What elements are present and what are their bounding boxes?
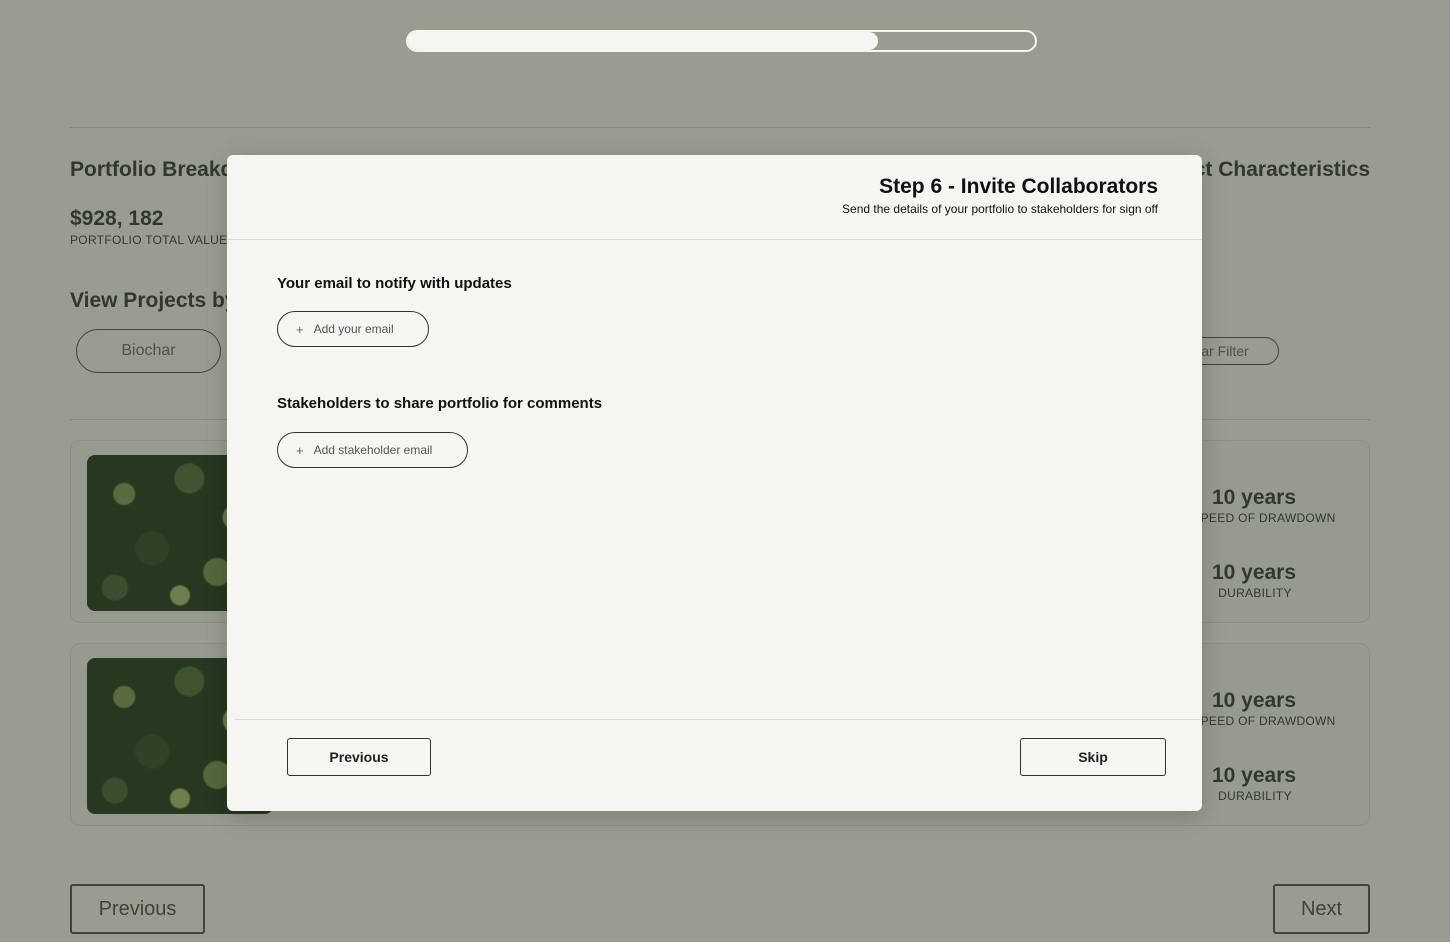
speed-of-drawdown-label: SPEED OF DRAWDOWN <box>1192 511 1336 525</box>
plus-icon: + <box>296 321 304 337</box>
progress-bar-fill <box>408 32 879 50</box>
portfolio-total-label: PORTFOLIO TOTAL VALUE <box>70 233 228 247</box>
add-email-button[interactable]: + Add your email <box>277 311 429 347</box>
skip-button[interactable]: Skip <box>1020 738 1166 776</box>
page-next-button[interactable]: Next <box>1273 884 1370 934</box>
modal-title: Step 6 - Invite Collaborators <box>879 175 1158 198</box>
modal-previous-button[interactable]: Previous <box>287 738 431 776</box>
page-previous-button[interactable]: Previous <box>70 884 205 934</box>
add-email-label: Add your email <box>313 322 394 336</box>
filter-biochar-button[interactable]: Biochar <box>76 329 221 373</box>
email-section-label: Your email to notify with updates <box>277 275 512 292</box>
speed-of-drawdown-value: 10 years <box>1211 486 1297 509</box>
durability-value: 10 years <box>1211 764 1297 787</box>
divider <box>70 127 1370 128</box>
portfolio-total-value: $928, 182 <box>70 207 164 230</box>
modal-subtitle: Send the details of your portfolio to st… <box>842 202 1158 216</box>
modal-footer-divider <box>235 719 1202 720</box>
speed-of-drawdown-label: SPEED OF DRAWDOWN <box>1192 714 1336 728</box>
add-stakeholder-email-button[interactable]: + Add stakeholder email <box>277 432 468 468</box>
modal-header: Step 6 - Invite Collaborators Send the d… <box>227 155 1202 240</box>
invite-collaborators-modal: Step 6 - Invite Collaborators Send the d… <box>227 155 1202 811</box>
add-stakeholder-label: Add stakeholder email <box>313 443 433 457</box>
progress-bar <box>406 30 1037 52</box>
stakeholder-section-label: Stakeholders to share portfolio for comm… <box>277 395 603 412</box>
durability-value: 10 years <box>1211 561 1297 584</box>
plus-icon: + <box>296 442 304 458</box>
speed-of-drawdown-value: 10 years <box>1211 689 1297 712</box>
view-projects-by-title: View Projects by <box>70 289 237 312</box>
